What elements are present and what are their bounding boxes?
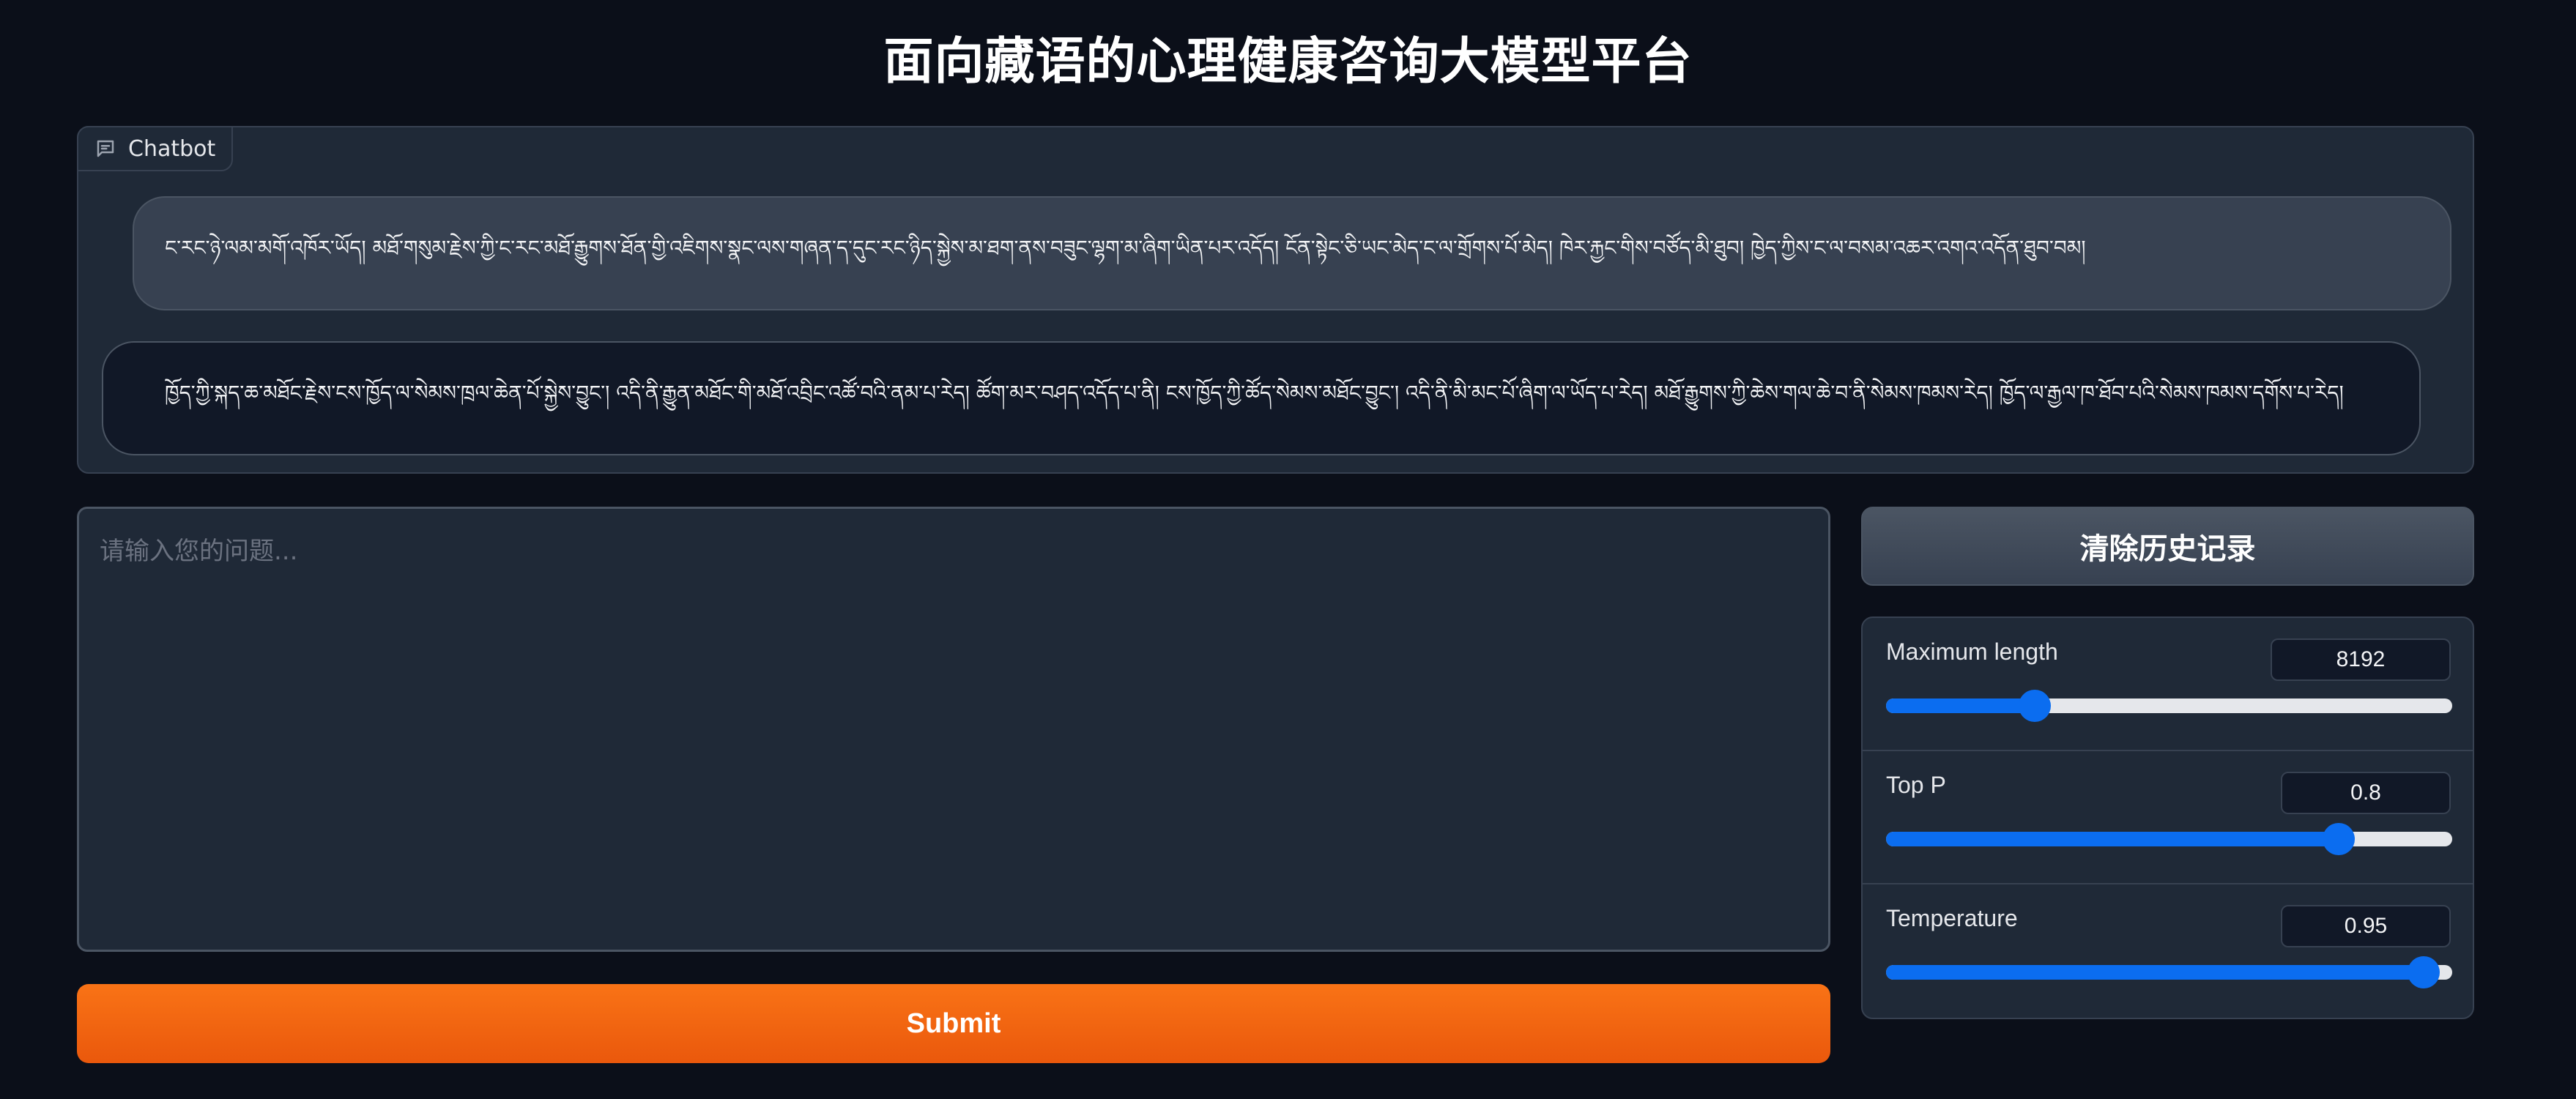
top-p-value-input[interactable] bbox=[2281, 772, 2451, 814]
clear-history-button[interactable]: 清除历史记录 bbox=[1861, 507, 2474, 586]
bot-message-bubble: ཁྱོད་ཀྱི་སྐད་ཆ་མཐོང་རྗེས་ངས་ཁྱོད་ལ་སེམས་… bbox=[102, 341, 2421, 455]
chatbot-label: Chatbot bbox=[128, 135, 216, 162]
chat-bubble-icon bbox=[97, 140, 114, 157]
max-length-setting: Maximum length bbox=[1863, 618, 2473, 751]
top-p-label: Top P bbox=[1886, 772, 1946, 798]
temperature-slider-handle[interactable] bbox=[2408, 956, 2440, 988]
settings-panel: Maximum length Top P Temperature bbox=[1861, 616, 2474, 1019]
max-length-slider-handle[interactable] bbox=[2018, 690, 2051, 722]
temperature-slider[interactable] bbox=[1886, 956, 2452, 988]
max-length-label: Maximum length bbox=[1886, 638, 2058, 665]
page-title: 面向藏语的心理健康咨询大模型平台 bbox=[883, 33, 1693, 91]
submit-button[interactable]: Submit bbox=[77, 984, 1830, 1063]
max-length-slider[interactable] bbox=[1886, 690, 2452, 722]
chatbot-panel[interactable]: Chatbot ང་རང་ཉེ་ལམ་མགོ་འཁོར་ཡོད། མཐོ་གསུ… bbox=[77, 126, 2474, 474]
bot-message-text: ཁྱོད་ཀྱི་སྐད་ཆ་མཐོང་རྗེས་ངས་ཁྱོད་ལ་སེམས་… bbox=[165, 380, 2344, 405]
temperature-slider-fill bbox=[1886, 965, 2424, 980]
max-length-slider-fill bbox=[1886, 698, 2035, 713]
temperature-setting: Temperature bbox=[1863, 884, 2473, 1018]
top-p-slider-handle[interactable] bbox=[2323, 823, 2356, 855]
temperature-value-input[interactable] bbox=[2281, 905, 2451, 947]
top-p-slider[interactable] bbox=[1886, 823, 2452, 855]
user-message-text: ང་རང་ཉེ་ལམ་མགོ་འཁོར་ཡོད། མཐོ་གསུམ་རྗེས་ཀ… bbox=[165, 235, 2086, 260]
top-p-slider-fill bbox=[1886, 832, 2339, 846]
question-input[interactable] bbox=[77, 507, 1830, 952]
chatbot-label-tab: Chatbot bbox=[77, 126, 234, 171]
top-p-setting: Top P bbox=[1863, 751, 2473, 884]
user-message-bubble: ང་རང་ཉེ་ལམ་མགོ་འཁོར་ཡོད། མཐོ་གསུམ་རྗེས་ཀ… bbox=[133, 196, 2451, 310]
max-length-value-input[interactable] bbox=[2271, 638, 2451, 681]
app-root: 面向藏语的心理健康咨询大模型平台 Chatbot ང་རང་ཉེ་ལམ་མགོ་… bbox=[0, 0, 2576, 1099]
temperature-label: Temperature bbox=[1886, 905, 2018, 931]
